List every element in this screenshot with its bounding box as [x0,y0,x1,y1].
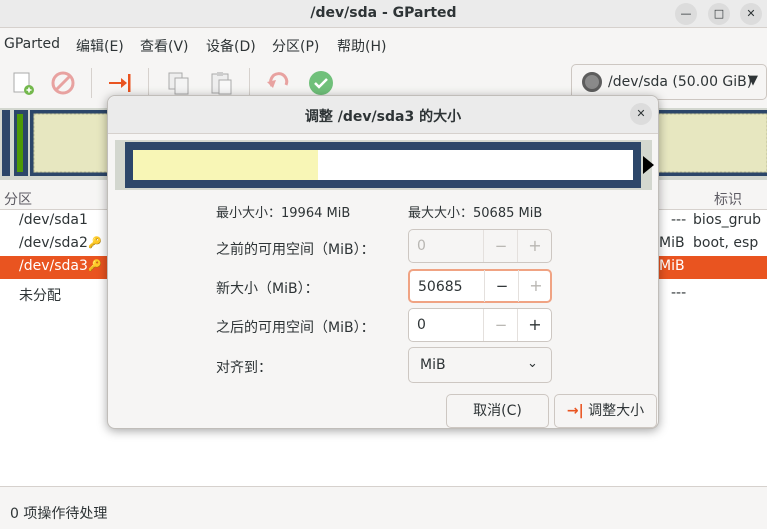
partition-name: /dev/sda1 [19,212,88,228]
close-window-button[interactable]: ✕ [740,3,762,25]
partition-resizer[interactable] [115,140,654,190]
key-icon: 🔑 [88,259,102,272]
new-size-label: 新大小（MiB）： [216,281,319,297]
menu-partition[interactable]: 分区(P) [272,36,319,56]
new-size-spinner[interactable]: 50685 − + [408,269,552,303]
partition-name: /dev/sda2 [19,235,88,251]
partition-name: /dev/sda3 [19,258,88,274]
title-bar: /dev/sda - GParted — □ ✕ [0,0,767,28]
decrement-button[interactable]: − [483,230,518,262]
partition-size-tail: --- [671,285,687,301]
device-label: /dev/sda (50.00 GiB) [608,74,753,90]
resize-move-icon[interactable] [107,70,133,96]
gparted-window: /dev/sda - GParted — □ ✕ GParted 编辑(E) 查… [0,0,767,529]
cancel-button[interactable]: 取消(C) [446,394,549,428]
harddisk-icon [582,72,602,92]
free-after-spinner[interactable]: 0 − + [408,308,552,342]
minimize-icon: — [680,7,692,20]
decrement-button[interactable]: − [484,270,519,302]
delete-partition-icon[interactable] [50,70,76,96]
new-partition-icon[interactable] [10,70,36,96]
minimize-button[interactable]: — [675,3,697,25]
maximize-button[interactable]: □ [708,3,730,25]
menu-help[interactable]: 帮助(H) [337,36,386,56]
partition-size-tail: MiB [659,258,685,274]
resizer-frame [125,142,641,188]
status-bar: 0 项操作待处理 [0,486,767,529]
close-icon: ✕ [746,7,756,20]
increment-button[interactable]: + [517,230,552,262]
window-title: /dev/sda - GParted [310,5,457,21]
partition-size-tail: --- [671,212,687,228]
dialog-title: 调整 /dev/sda3 的大小 [304,109,462,125]
key-icon: 🔑 [88,236,102,249]
apply-icon[interactable] [308,70,334,96]
menu-edit[interactable]: 编辑(E) [76,36,124,56]
resizer-area[interactable] [133,150,633,180]
resize-arrow-icon: →| [566,403,584,419]
chevron-down-icon: ▼ [748,73,758,88]
menu-gparted[interactable]: GParted [4,36,60,52]
pending-operations-status: 0 项操作待处理 [10,506,108,522]
resize-handle-arrow-icon[interactable] [643,156,654,174]
toolbar-separator [148,68,149,98]
increment-button[interactable]: + [518,270,553,302]
chevron-down-icon: ⌄ [527,356,538,371]
menu-view[interactable]: 查看(V) [140,36,189,56]
partition-name: 未分配 [19,288,61,304]
partition-flags: bios_grub [693,212,762,228]
partition-flags: boot, esp [693,235,759,251]
partition-size-tail: MiB [659,235,685,251]
undo-icon[interactable] [265,70,291,96]
align-label: 对齐到： [216,360,272,376]
toolbar-separator [249,68,250,98]
free-before-value: 0 [417,238,426,254]
decrement-button[interactable]: − [483,309,518,341]
copy-icon[interactable] [166,70,192,96]
increment-button[interactable]: + [517,309,552,341]
resizer-used-space [133,150,318,180]
resize-dialog: 调整 /dev/sda3 的大小 ✕ 最小大小：19964 MiB 最大大小：5… [107,95,659,429]
paste-icon[interactable] [208,70,234,96]
max-size-label: 最大大小：50685 MiB [408,206,543,221]
close-icon: ✕ [636,107,646,120]
column-partition[interactable]: 分区 [4,189,32,209]
free-after-label: 之后的可用空间（MiB）： [216,320,375,336]
min-size-label: 最小大小：19964 MiB [216,206,351,221]
free-before-label: 之前的可用空间（MiB）： [216,242,375,258]
toolbar-separator [91,68,92,98]
align-dropdown[interactable]: MiB ⌄ [408,347,552,383]
dialog-header: 调整 /dev/sda3 的大小 ✕ [108,96,658,134]
resize-button-label: 调整大小 [588,403,645,419]
column-flags[interactable]: 标识 [714,189,742,209]
free-before-spinner[interactable]: 0 − + [408,229,552,263]
resize-button[interactable]: →| 调整大小 [554,394,657,428]
dialog-close-button[interactable]: ✕ [630,103,652,125]
align-value: MiB [420,357,446,373]
free-after-value: 0 [417,317,426,333]
new-size-value: 50685 [418,279,463,295]
maximize-icon: □ [713,7,725,20]
menu-device[interactable]: 设备(D) [206,36,256,56]
